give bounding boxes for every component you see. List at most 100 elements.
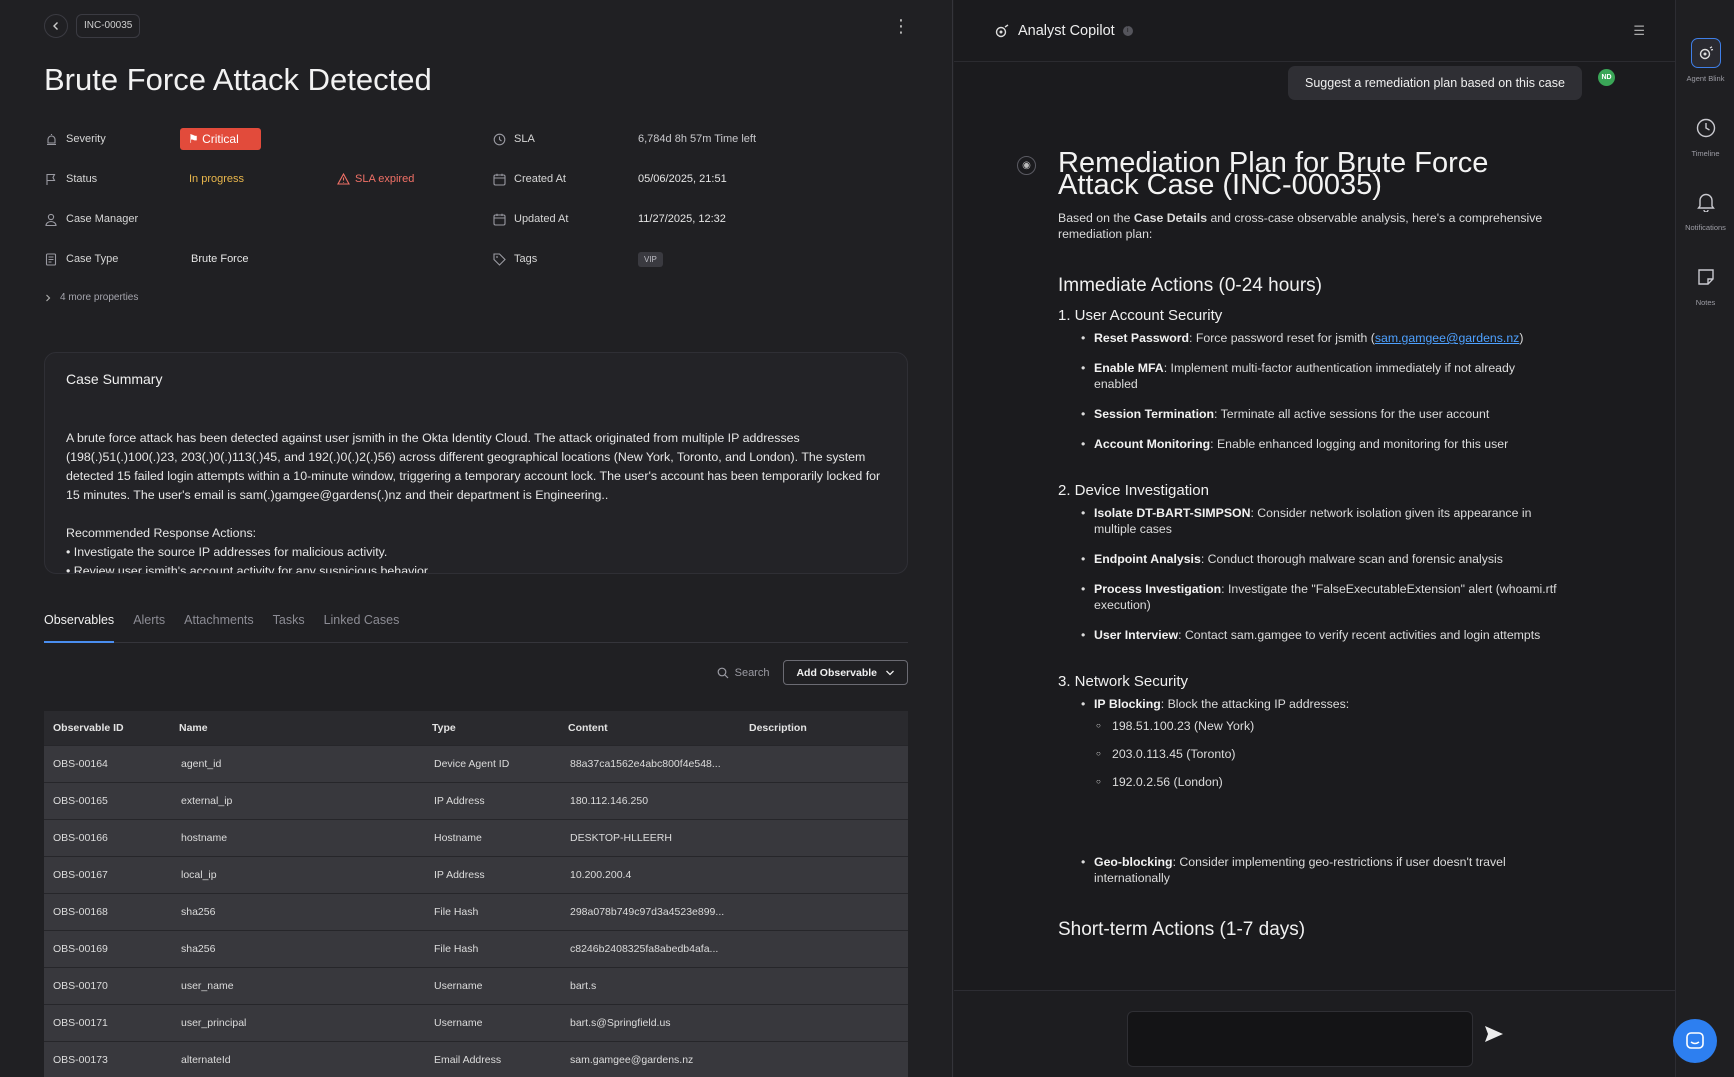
search-input[interactable]: Search bbox=[717, 667, 769, 679]
created-value: 05/06/2025, 21:51 bbox=[638, 173, 727, 185]
more-properties-label: 4 more properties bbox=[60, 292, 139, 303]
chat-input[interactable] bbox=[1127, 1011, 1473, 1067]
column-header[interactable]: Observable ID bbox=[44, 722, 179, 734]
case-manager-label-row: Case Manager bbox=[44, 208, 138, 230]
tags-label: Tags bbox=[514, 253, 538, 265]
rail-item-agent-blink[interactable]: Agent Blink bbox=[1677, 38, 1734, 83]
column-header[interactable]: Name bbox=[179, 722, 432, 734]
severity-value[interactable]: ⚑ Critical bbox=[180, 128, 261, 150]
observables-toolbar: Search Add Observable bbox=[717, 660, 908, 685]
table-row[interactable]: OBS-00173 alternateId Email Address sam.… bbox=[44, 1041, 908, 1077]
rail-item-timeline[interactable]: Timeline bbox=[1677, 113, 1734, 158]
column-header[interactable]: Description bbox=[749, 722, 908, 734]
chevron-right-icon bbox=[46, 294, 51, 301]
list-item: Process Investigation: Investigate the "… bbox=[1058, 581, 1558, 613]
severity-label-row: Severity bbox=[44, 128, 106, 150]
ip-item: 203.0.113.45 (Toronto) bbox=[1094, 746, 1558, 762]
answer-intro: Based on the Case Details and cross-case… bbox=[1058, 210, 1558, 242]
cell-id: OBS-00165 bbox=[53, 795, 108, 807]
table-row[interactable]: OBS-00167 local_ip IP Address 10.200.200… bbox=[44, 856, 908, 893]
column-header[interactable]: Content bbox=[568, 722, 749, 734]
clock-icon bbox=[492, 132, 506, 146]
cell-id: OBS-00173 bbox=[53, 1054, 108, 1066]
item-text: : Block the attacking IP addresses: bbox=[1160, 697, 1350, 711]
page-title: Brute Force Attack Detected bbox=[44, 62, 432, 97]
item-text: : Enable enhanced logging and monitoring… bbox=[1210, 437, 1509, 451]
info-icon[interactable]: i bbox=[1122, 25, 1133, 36]
sliders-icon[interactable]: ☰ bbox=[1633, 23, 1645, 39]
cell-content: 88a37ca1562e4abc800f4e548... bbox=[570, 758, 721, 770]
item-bold: Reset Password bbox=[1094, 331, 1190, 345]
alarm-icon bbox=[44, 132, 58, 146]
case-summary-paragraph: A brute force attack has been detected a… bbox=[66, 431, 881, 502]
case-topbar: INC-00035 ⋮ bbox=[44, 12, 910, 40]
case-type-label: Case Type bbox=[66, 253, 119, 265]
copilot-logo-icon bbox=[995, 23, 1009, 37]
chat-composer bbox=[954, 990, 1675, 1077]
created-label: Created At bbox=[514, 173, 566, 185]
copilot-title: Analyst Copilot bbox=[1018, 22, 1115, 39]
table-row[interactable]: OBS-00168 sha256 File Hash 298a078b749c9… bbox=[44, 893, 908, 930]
column-header[interactable]: Type bbox=[432, 722, 568, 734]
sla-label: SLA bbox=[514, 133, 535, 145]
list-item: Enable MFA: Implement multi-factor authe… bbox=[1058, 360, 1558, 392]
recommended-action-item: • Investigate the source IP addresses fo… bbox=[66, 545, 388, 559]
table-row[interactable]: OBS-00164 agent_id Device Agent ID 88a37… bbox=[44, 745, 908, 782]
table-row[interactable]: OBS-00170 user_name Username bart.s bbox=[44, 967, 908, 1004]
tab-attachments[interactable]: Attachments bbox=[184, 610, 253, 642]
copilot-answer: Remediation Plan for Brute Force Attack … bbox=[1058, 149, 1558, 941]
intro-bold: Case Details bbox=[1133, 211, 1208, 225]
table-row[interactable]: OBS-00166 hostname Hostname DESKTOP-HLLE… bbox=[44, 819, 908, 856]
more-vertical-icon[interactable]: ⋮ bbox=[892, 17, 910, 35]
item-text: ) bbox=[1519, 331, 1524, 345]
sla-expired-badge: SLA expired bbox=[337, 168, 414, 190]
table-row[interactable]: OBS-00169 sha256 File Hash c8246b2408325… bbox=[44, 930, 908, 967]
item-bold: Geo-blocking bbox=[1094, 855, 1173, 869]
cell-id: OBS-00169 bbox=[53, 943, 108, 955]
item-bold: Isolate DT-BART-SIMPSON bbox=[1094, 506, 1251, 520]
tab-observables[interactable]: Observables bbox=[44, 610, 115, 643]
ip-list: 198.51.100.23 (New York) 203.0.113.45 (T… bbox=[1094, 718, 1558, 790]
updated-label-row: Updated At bbox=[492, 208, 568, 230]
table-row[interactable]: OBS-00165 external_ip IP Address 180.112… bbox=[44, 782, 908, 819]
back-button[interactable] bbox=[44, 14, 68, 38]
ip-item: 192.0.2.56 (London) bbox=[1094, 774, 1558, 790]
more-properties-toggle[interactable]: 4 more properties bbox=[44, 292, 138, 303]
email-link[interactable]: sam.gamgee@gardens.nz bbox=[1375, 331, 1519, 345]
subsection-heading: 3. Network Security bbox=[1058, 673, 1189, 690]
cell-type: IP Address bbox=[434, 869, 485, 881]
cell-type: Username bbox=[434, 980, 483, 992]
send-icon[interactable] bbox=[1484, 1025, 1504, 1049]
case-summary-body: A brute force attack has been detected a… bbox=[66, 429, 885, 573]
rail-label: Notes bbox=[1695, 298, 1716, 307]
item-bold: User Interview bbox=[1094, 628, 1179, 642]
rail-item-notes[interactable]: Notes bbox=[1677, 262, 1734, 307]
status-label-row: Status bbox=[44, 168, 97, 190]
cell-type: Username bbox=[434, 1017, 483, 1029]
section-heading: Short-term Actions (1-7 days) bbox=[1058, 919, 1306, 940]
chat-support-button[interactable] bbox=[1673, 1019, 1717, 1063]
user-message-bubble: Suggest a remediation plan based on this… bbox=[1288, 66, 1582, 100]
severity-badge: ⚑ Critical bbox=[180, 128, 261, 150]
rail-item-notifications[interactable]: Notifications bbox=[1677, 187, 1734, 232]
ip-item: 198.51.100.23 (New York) bbox=[1094, 718, 1558, 734]
warning-icon bbox=[337, 173, 350, 185]
agent-blink-icon bbox=[1690, 38, 1721, 68]
tab-alerts[interactable]: Alerts bbox=[133, 610, 165, 642]
case-type-value[interactable]: Brute Force bbox=[191, 248, 248, 270]
cell-type: File Hash bbox=[434, 906, 479, 918]
case-id-chip: INC-00035 bbox=[76, 14, 141, 38]
action-list: Reset Password: Force password reset for… bbox=[1058, 330, 1558, 452]
cell-id: OBS-00168 bbox=[53, 906, 108, 918]
add-observable-button[interactable]: Add Observable bbox=[783, 660, 908, 685]
tab-tasks[interactable]: Tasks bbox=[273, 610, 305, 642]
note-icon bbox=[1691, 262, 1721, 292]
cell-content: 298a078b749c97d3a4523e899... bbox=[570, 906, 725, 918]
cell-name: external_ip bbox=[181, 795, 233, 807]
cell-content: 180.112.146.250 bbox=[570, 795, 649, 807]
tags-value[interactable]: VIP bbox=[638, 248, 663, 270]
tab-linked-cases[interactable]: Linked Cases bbox=[324, 610, 400, 642]
status-value[interactable]: In progress bbox=[189, 168, 244, 190]
table-row[interactable]: OBS-00171 user_principal Username bart.s… bbox=[44, 1004, 908, 1041]
cell-type: File Hash bbox=[434, 943, 479, 955]
